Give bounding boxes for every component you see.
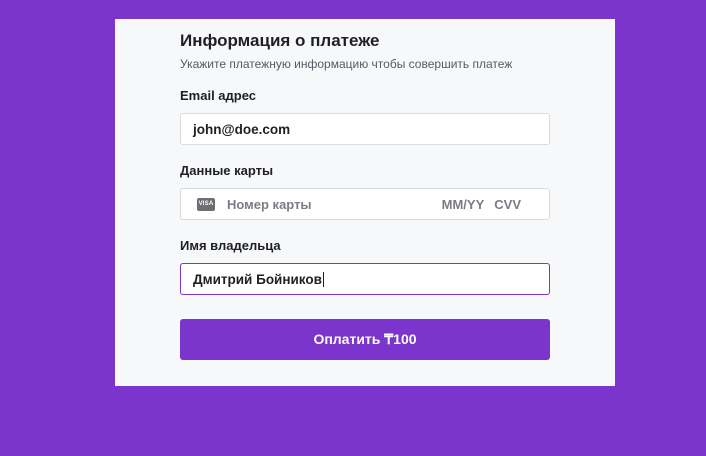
card-number-input[interactable]: Номер карты bbox=[227, 197, 312, 212]
holder-name-value: Дмитрий Бойников bbox=[193, 271, 322, 287]
email-field[interactable]: john@doe.com bbox=[180, 113, 550, 145]
card-cvv-input[interactable]: CVV bbox=[494, 197, 521, 212]
card-label: Данные карты bbox=[180, 163, 274, 178]
payment-form: Информация о платеже Укажите платежную и… bbox=[180, 31, 550, 360]
card-expiry-input[interactable]: MM/YY bbox=[442, 197, 485, 212]
text-caret bbox=[322, 271, 324, 287]
payment-panel: Информация о платеже Укажите платежную и… bbox=[115, 19, 615, 386]
holder-name-field[interactable]: Дмитрий Бойников bbox=[180, 263, 550, 295]
holder-label: Имя владельца bbox=[180, 238, 281, 253]
pay-button[interactable]: Оплатить ₸100 bbox=[180, 319, 550, 360]
page-title: Информация о платеже bbox=[180, 31, 380, 50]
card-field[interactable]: VISA Номер карты MM/YY CVV bbox=[180, 188, 550, 220]
card-brand-icon: VISA bbox=[197, 197, 215, 211]
email-value: john@doe.com bbox=[193, 121, 291, 137]
email-label: Email адрес bbox=[180, 88, 257, 103]
page-subtitle: Укажите платежную информацию чтобы совер… bbox=[180, 57, 513, 71]
